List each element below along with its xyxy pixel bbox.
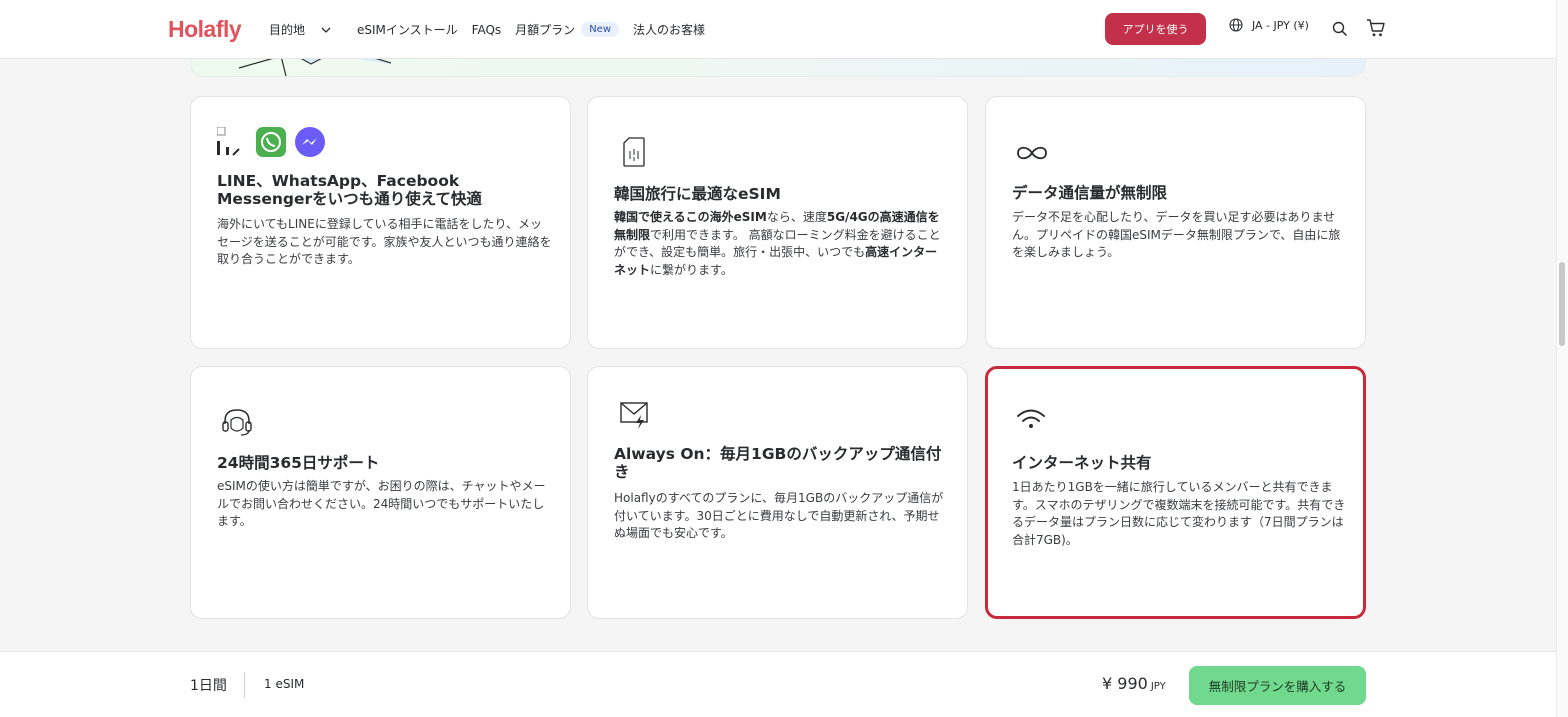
price-currency: JPY	[1150, 681, 1166, 692]
price-value: ¥ 990	[1102, 674, 1148, 693]
new-badge: New	[581, 22, 619, 37]
card-description: 1日あたり1GBを一緒に旅行しているメンバーと共有できます。スマホのテザリングで…	[1012, 480, 1346, 547]
feature-card-support: 24時間365日サポート eSIMの使い方は簡単ですが、お困りの際は、チャットや…	[190, 366, 571, 619]
card-description: eSIMの使い方は簡単ですが、お困りの際は、チャットやメールでお問い合わせくださ…	[217, 479, 546, 528]
nav-destination-label: 目的地	[269, 23, 306, 37]
desc-segment: なら、速度	[766, 210, 827, 224]
feature-card-always-on: Always On：毎月1GBのバックアップ通信付き Holaflyのすべてのプ…	[587, 366, 968, 619]
feature-card-unlimited: データ通信量が無制限 データ不足を心配したり、データを買い足す必要はありません。…	[985, 96, 1366, 349]
desc-segment: に繋がります。	[650, 262, 733, 277]
desc-bold-segment: 韓国で使えるこの海外eSIM	[614, 210, 767, 224]
wifi-icon	[1017, 409, 1045, 428]
headset-icon	[222, 409, 252, 436]
search-icon[interactable]	[1332, 21, 1348, 37]
card-title: インターネット共有	[1012, 454, 1152, 472]
use-app-button[interactable]: アプリを使う	[1105, 13, 1206, 45]
nav-links: 目的地 eSIMインストール FAQs 月額プラン New 法人のお客様	[269, 0, 719, 59]
buy-unlimited-plan-button[interactable]: 無制限プランを購入する	[1189, 666, 1366, 705]
messaging-apps-icon	[217, 127, 325, 157]
esim-count[interactable]: 1 eSIM	[264, 677, 304, 691]
plan-price: ¥ 990 JPY	[1102, 674, 1166, 693]
scrollbar-track[interactable]	[1556, 0, 1568, 717]
holafly-logo[interactable]: Holafly	[168, 16, 242, 43]
purchase-bar: 1日間 1 eSIM ¥ 990 JPY 無制限プランを購入する	[0, 651, 1556, 717]
plan-days[interactable]: 1日間	[190, 675, 227, 695]
scrollbar-thumb[interactable]	[1559, 262, 1565, 346]
cart-icon[interactable]	[1366, 18, 1386, 38]
chevron-down-icon	[321, 27, 331, 33]
card-title: LINE、WhatsApp、Facebook Messengerをいつも通り使え…	[217, 172, 482, 208]
locale-label: JA - JPY (¥)	[1252, 18, 1309, 32]
nav-destination[interactable]: 目的地	[269, 21, 343, 38]
locale-selector[interactable]: JA - JPY (¥)	[1229, 18, 1309, 32]
nav-monthly-plan[interactable]: 月額プラン New	[515, 21, 619, 38]
feature-card-messaging: LINE、WhatsApp、Facebook Messengerをいつも通り使え…	[190, 96, 571, 349]
card-title: 韓国旅行に最適なeSIM	[614, 185, 781, 203]
sim-card-icon	[623, 137, 645, 167]
nav-esim-install[interactable]: eSIMインストール	[357, 21, 458, 38]
card-description: 韓国で使えるこの海外eSIMなら、速度5G/4Gの高速通信を無制限で利用できます…	[614, 209, 949, 279]
feature-card-hotspot: インターネット共有 1日あたり1GBを一緒に旅行しているメンバーと共有できます。…	[985, 366, 1366, 619]
infinity-icon	[1017, 146, 1047, 160]
feature-card-korea: 韓国旅行に最適なeSIM 韓国で使えるこの海外eSIMなら、速度5G/4Gの高速…	[587, 96, 968, 349]
card-title: Always On：毎月1GBのバックアップ通信付き	[614, 445, 942, 481]
nav-business[interactable]: 法人のお客様	[633, 21, 705, 38]
card-description: Holaflyのすべてのプランに、毎月1GBのバックアップ通信が付いています。3…	[614, 491, 944, 540]
card-title: 24時間365日サポート	[217, 454, 380, 472]
card-description: データ不足を心配したり、データを買い足す必要はありません。プリペイドの韓国eSI…	[1012, 210, 1341, 259]
card-description: 海外にいてもLINEに登録している相手に電話をしたり、メッセージを送ることが可能…	[217, 217, 552, 266]
nav-faqs[interactable]: FAQs	[472, 23, 502, 37]
card-title: データ通信量が無制限	[1012, 184, 1168, 202]
globe-icon	[1229, 18, 1243, 32]
top-navigation: Holafly 目的地 eSIMインストール FAQs 月額プラン New 法人…	[0, 0, 1556, 59]
nav-monthly-label: 月額プラン	[515, 23, 576, 37]
divider	[244, 672, 245, 698]
mail-lightning-icon	[620, 402, 648, 429]
